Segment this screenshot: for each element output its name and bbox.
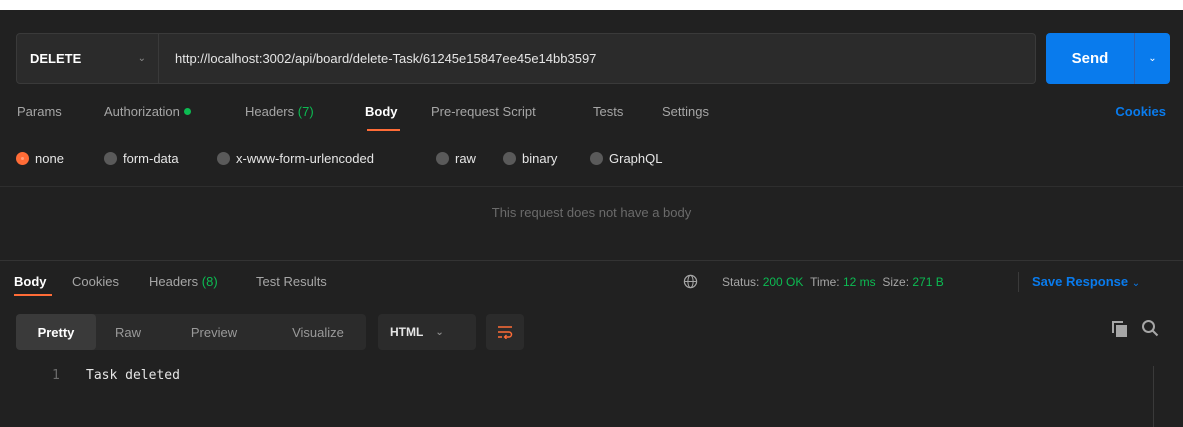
radio-selected-icon: [16, 152, 29, 165]
response-tab-headers[interactable]: Headers (8): [149, 274, 218, 289]
save-response-label: Save Response: [1032, 274, 1129, 289]
view-preview[interactable]: Preview: [178, 314, 250, 350]
size-value[interactable]: 271 B: [912, 275, 943, 289]
tab-prerequest-script[interactable]: Pre-request Script: [431, 104, 536, 119]
radio-graphql-label: GraphQL: [609, 151, 663, 166]
view-visualize[interactable]: Visualize: [274, 314, 362, 350]
tab-tests[interactable]: Tests: [593, 104, 623, 119]
format-label: HTML: [390, 325, 424, 339]
radio-binary-label: binary: [522, 151, 558, 166]
wrap-lines-button[interactable]: [486, 314, 524, 350]
radio-graphql[interactable]: GraphQL: [590, 151, 662, 166]
radio-urlencoded[interactable]: x-www-form-urlencoded: [217, 151, 374, 166]
radio-raw-label: raw: [455, 151, 476, 166]
status-value[interactable]: 200 OK: [763, 275, 804, 289]
search-icon[interactable]: [1141, 319, 1159, 337]
radio-unselected-icon: [436, 152, 449, 165]
scrollbar[interactable]: [1153, 366, 1154, 427]
response-body-text: Task deleted: [86, 368, 180, 383]
radio-raw[interactable]: raw: [436, 151, 476, 166]
tab-headers[interactable]: Headers (7): [245, 104, 314, 119]
time-value[interactable]: 12 ms: [843, 275, 876, 289]
wrap-lines-icon: [498, 326, 513, 339]
active-tab-indicator: [367, 129, 400, 131]
tab-authorization[interactable]: Authorization: [104, 104, 191, 119]
tab-body[interactable]: Body: [365, 104, 398, 119]
time-label: Time:: [810, 275, 840, 289]
request-bar: DELETE ⌄ http://localhost:3002/api/board…: [16, 33, 1036, 84]
top-strip: [0, 0, 1183, 10]
response-active-tab-indicator: [14, 294, 52, 296]
method-select[interactable]: DELETE ⌄: [16, 33, 159, 84]
status-divider: [1018, 272, 1019, 292]
size-label: Size:: [882, 275, 910, 289]
format-select[interactable]: HTML ⌄: [378, 314, 476, 350]
radio-unselected-icon: [217, 152, 230, 165]
divider: [0, 186, 1183, 187]
no-body-message: This request does not have a body: [491, 205, 692, 220]
response-headers-count: (8): [201, 274, 218, 289]
radio-unselected-icon: [590, 152, 603, 165]
view-raw[interactable]: Raw: [102, 314, 154, 350]
status-label: Status:: [722, 275, 760, 289]
response-divider[interactable]: [0, 260, 1183, 261]
radio-urlencoded-label: x-www-form-urlencoded: [236, 151, 374, 166]
response-tab-cookies[interactable]: Cookies: [72, 274, 119, 289]
radio-unselected-icon: [503, 152, 516, 165]
chevron-down-icon: ⌄: [137, 53, 146, 64]
radio-none-label: none: [35, 151, 64, 166]
send-options-chevron-icon[interactable]: ⌄: [1135, 33, 1170, 84]
radio-binary[interactable]: binary: [503, 151, 557, 166]
response-tab-headers-label: Headers: [149, 274, 199, 289]
tab-headers-label: Headers: [245, 104, 295, 119]
tab-params[interactable]: Params: [17, 104, 62, 119]
save-response-button[interactable]: Save Response ⌄: [1032, 274, 1140, 289]
cookies-link[interactable]: Cookies: [1115, 104, 1166, 119]
radio-form-data-label: form-data: [123, 151, 179, 166]
response-tab-test-results[interactable]: Test Results: [256, 274, 327, 289]
auth-status-dot-icon: [183, 108, 191, 116]
method-label: DELETE: [30, 51, 82, 66]
line-number: 1: [52, 368, 60, 383]
request-tabs: Params Authorization Headers (7) Body Pr…: [0, 96, 1183, 134]
view-pretty[interactable]: Pretty: [16, 314, 96, 350]
globe-icon[interactable]: [683, 274, 698, 289]
tab-settings[interactable]: Settings: [662, 104, 709, 119]
view-mode-selector: Pretty Raw Preview Visualize: [16, 314, 366, 350]
response-meta: Status: 200 OK Time: 12 ms Size: 271 B: [722, 275, 944, 289]
radio-form-data[interactable]: form-data: [104, 151, 179, 166]
chevron-down-icon: ⌄: [1131, 278, 1141, 289]
response-tabs: Body Cookies Headers (8) Test Results St…: [0, 272, 1183, 296]
body-type-options: none form-data x-www-form-urlencoded raw…: [0, 148, 1183, 170]
chevron-down-icon: ⌄: [435, 326, 444, 338]
radio-unselected-icon: [104, 152, 117, 165]
url-input[interactable]: http://localhost:3002/api/board/delete-T…: [159, 33, 1036, 84]
send-button[interactable]: Send: [1046, 33, 1134, 84]
radio-none[interactable]: none: [16, 151, 64, 166]
send-button-group: Send ⌄: [1046, 33, 1170, 84]
headers-count: (7): [297, 104, 314, 119]
tab-authorization-label: Authorization: [104, 104, 180, 119]
copy-icon[interactable]: [1111, 320, 1129, 338]
response-tab-body[interactable]: Body: [14, 274, 47, 289]
